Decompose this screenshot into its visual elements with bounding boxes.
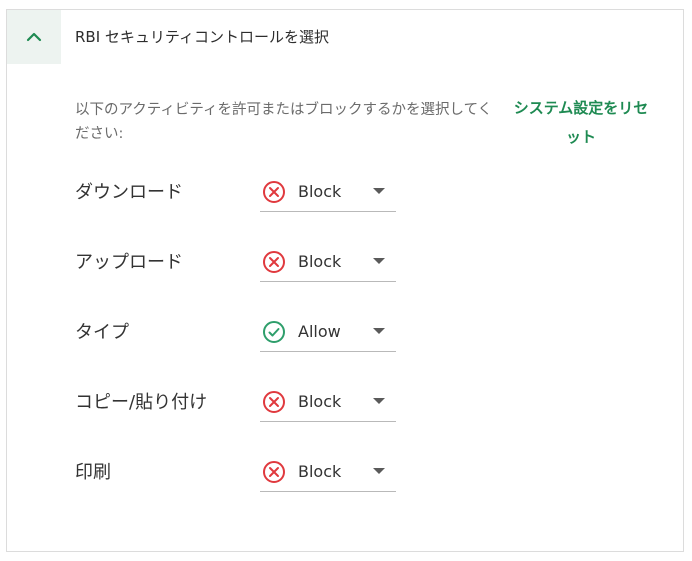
rbi-security-controls-panel: RBI セキュリティコントロールを選択 以下のアクティビティを許可またはブロック… [6, 9, 684, 552]
collapse-button[interactable] [7, 10, 61, 64]
allow-icon [263, 321, 285, 343]
control-label: ダウンロード [75, 182, 183, 203]
caret-down-icon [373, 468, 385, 474]
print-select[interactable]: Block [260, 453, 396, 492]
caret-down-icon [373, 398, 385, 404]
control-row-upload: アップロード Block [75, 243, 405, 283]
download-select[interactable]: Block [260, 173, 396, 212]
select-value: Block [298, 462, 342, 481]
instruction-text: 以下のアクティビティを許可またはブロックするかを選択してください: [75, 102, 493, 142]
reset-system-settings-link[interactable]: システム設定をリセット [507, 94, 655, 152]
select-value: Block [298, 392, 342, 411]
control-row-copy-paste: コピー/貼り付け Block [75, 383, 405, 423]
upload-select[interactable]: Block [260, 243, 396, 282]
type-select[interactable]: Allow [260, 313, 396, 352]
panel-header: RBI セキュリティコントロールを選択 [7, 10, 683, 64]
control-label: コピー/貼り付け [75, 392, 208, 413]
block-icon [263, 461, 285, 483]
control-row-download: ダウンロード Block [75, 173, 405, 213]
caret-down-icon [373, 328, 385, 334]
block-icon [263, 391, 285, 413]
panel-title: RBI セキュリティコントロールを選択 [75, 28, 330, 46]
control-label: アップロード [75, 252, 183, 273]
control-label: 印刷 [75, 462, 111, 483]
select-value: Block [298, 252, 342, 271]
caret-down-icon [373, 188, 385, 194]
chevron-up-icon [26, 32, 42, 42]
control-label: タイプ [75, 322, 129, 343]
select-value: Allow [298, 322, 341, 341]
copy-paste-select[interactable]: Block [260, 383, 396, 422]
block-icon [263, 251, 285, 273]
control-row-print: 印刷 Block [75, 453, 405, 493]
control-row-type: タイプ Allow [75, 313, 405, 353]
select-value: Block [298, 182, 342, 201]
block-icon [263, 181, 285, 203]
caret-down-icon [373, 258, 385, 264]
